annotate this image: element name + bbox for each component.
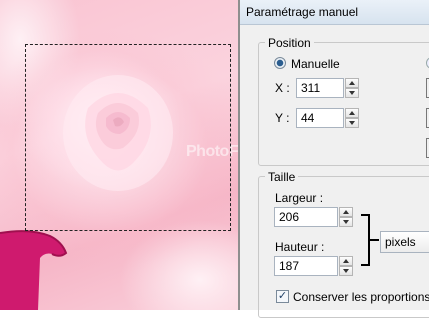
selection-marquee[interactable]	[25, 44, 231, 231]
height-input[interactable]: 187	[274, 256, 338, 276]
manual-position-label[interactable]: Manuelle	[291, 57, 340, 71]
link-bracket-tick	[369, 239, 379, 241]
y-input[interactable]: 44	[296, 108, 344, 128]
height-spinner[interactable]	[339, 256, 353, 276]
width-increment-button[interactable]	[339, 207, 353, 217]
width-label: Largeur :	[275, 191, 324, 205]
dialog-title: Paramétrage manuel	[246, 5, 359, 19]
keep-proportions-checkbox[interactable]: ✓	[276, 290, 289, 303]
x-spinner[interactable]	[345, 78, 359, 98]
width-input[interactable]: 206	[274, 207, 338, 227]
keep-proportions-label[interactable]: Conserver les proportions	[293, 290, 429, 304]
dialog-titlebar[interactable]: Paramétrage manuel	[240, 0, 429, 25]
magenta-fabric-shape	[0, 230, 68, 310]
y-increment-button[interactable]	[345, 108, 359, 118]
width-decrement-button[interactable]	[339, 217, 353, 227]
height-label: Hauteur :	[275, 240, 325, 254]
x-increment-button[interactable]	[345, 78, 359, 88]
y-spinner[interactable]	[345, 108, 359, 128]
height-increment-button[interactable]	[339, 256, 353, 266]
x-input[interactable]: 311	[296, 78, 344, 98]
image-canvas[interactable]: PhotoFiltreGraphic	[0, 0, 238, 310]
height-decrement-button[interactable]	[339, 266, 353, 276]
x-label: X :	[275, 81, 290, 95]
manual-position-radio[interactable]	[274, 57, 286, 69]
position-group-title: Position	[265, 36, 314, 50]
y-decrement-button[interactable]	[345, 118, 359, 128]
width-spinner[interactable]	[339, 207, 353, 227]
size-group-title: Taille	[265, 170, 299, 184]
x-decrement-button[interactable]	[345, 88, 359, 98]
unit-dropdown[interactable]: pixels	[380, 231, 429, 253]
y-label: Y :	[275, 111, 290, 125]
